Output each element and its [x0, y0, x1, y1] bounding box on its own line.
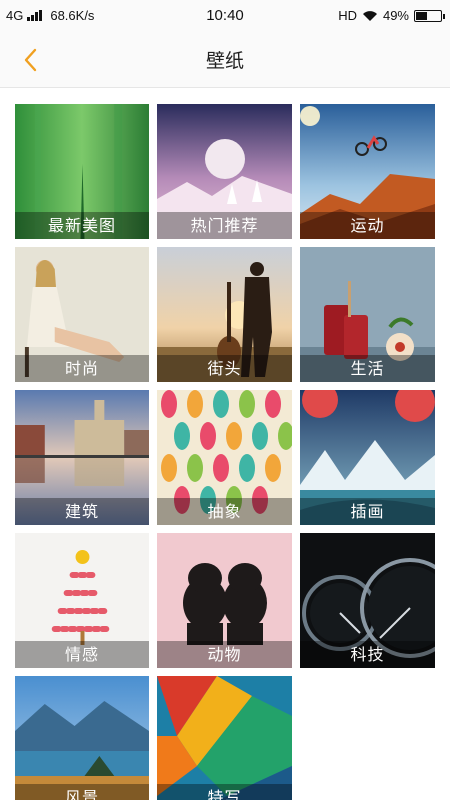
- category-label: 特写: [157, 784, 292, 800]
- page-title: 壁纸: [205, 50, 244, 72]
- category-tile-abstract[interactable]: 抽象: [157, 390, 292, 525]
- category-tile-scenery[interactable]: 风景: [15, 676, 149, 800]
- category-tile-sports[interactable]: 运动: [300, 104, 435, 239]
- wifi-icon: [362, 10, 377, 21]
- category-tile-closeup[interactable]: 特写: [157, 676, 292, 800]
- category-tile-architecture[interactable]: 建筑: [15, 390, 149, 525]
- category-tile-latest[interactable]: 最新美图: [15, 104, 149, 239]
- status-bar: 4G 68.6K/s 10:40 HD 49%: [0, 0, 450, 32]
- category-tile-animals[interactable]: 动物: [157, 533, 292, 668]
- category-label: 最新美图: [15, 212, 149, 239]
- battery-percent: 49%: [382, 8, 409, 23]
- battery-icon: [414, 9, 445, 22]
- category-label: 动物: [157, 641, 292, 668]
- category-label: 情感: [15, 641, 149, 668]
- category-tile-emotion[interactable]: 情感: [15, 533, 149, 668]
- hd-indicator: HD: [338, 8, 357, 23]
- category-label: 建筑: [15, 498, 149, 525]
- category-tile-illustration[interactable]: 插画: [300, 390, 435, 525]
- app-header: 壁纸: [0, 32, 450, 88]
- category-grid: 最新美图 热门推荐 运动 时尚 街头 生活 建筑 抽象 插画 情感 动物 科技 …: [15, 104, 436, 800]
- feathers-image: [157, 676, 292, 800]
- category-tile-technology[interactable]: 科技: [300, 533, 435, 668]
- battery-fill: [416, 11, 427, 20]
- category-label: 运动: [300, 212, 435, 239]
- category-label: 抽象: [157, 498, 292, 525]
- category-label: 风景: [15, 784, 149, 800]
- category-tile-street[interactable]: 街头: [157, 247, 292, 382]
- category-label: 插画: [300, 498, 435, 525]
- category-label: 时尚: [15, 355, 149, 382]
- category-label: 科技: [300, 641, 435, 668]
- category-label: 街头: [157, 355, 292, 382]
- category-label: 生活: [300, 355, 435, 382]
- category-tile-fashion[interactable]: 时尚: [15, 247, 149, 382]
- mountain-lake-image: [15, 676, 149, 800]
- category-label: 热门推荐: [157, 212, 292, 239]
- status-bar-right: HD 49%: [338, 8, 445, 23]
- category-tile-popular[interactable]: 热门推荐: [157, 104, 292, 239]
- category-tile-life[interactable]: 生活: [300, 247, 435, 382]
